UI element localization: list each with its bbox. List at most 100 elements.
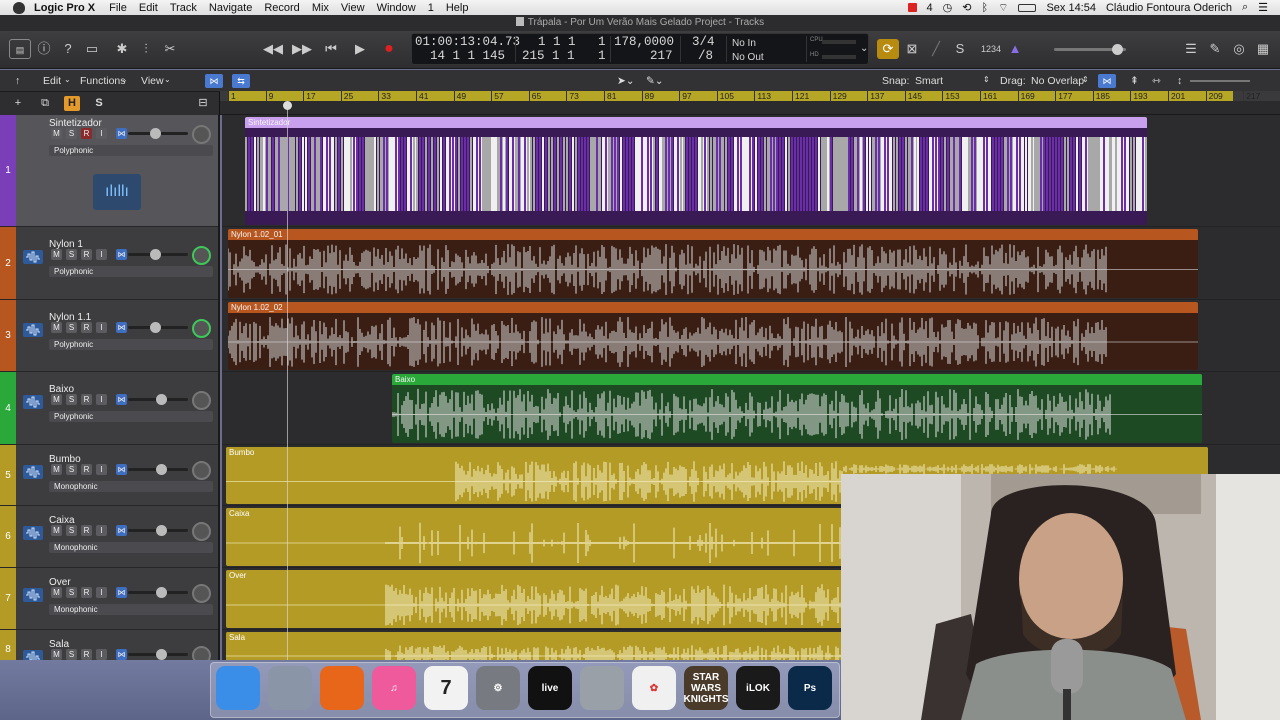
zoom-slider[interactable] bbox=[1190, 80, 1250, 82]
audio-region[interactable]: Nylon 1.02_02 bbox=[228, 302, 1198, 370]
battery-icon[interactable] bbox=[1018, 3, 1037, 12]
cycle-icon[interactable]: ⟳ bbox=[877, 39, 899, 59]
view-chevron-icon[interactable]: ⌄ bbox=[164, 75, 171, 84]
menu-clock[interactable]: Sex 14:54 bbox=[1046, 2, 1096, 14]
catch-icon[interactable]: ⇆ bbox=[232, 74, 250, 88]
library-icon[interactable]: ▤ bbox=[9, 39, 31, 59]
record-button[interactable]: R bbox=[81, 587, 92, 598]
rewind-icon[interactable]: ◀◀ bbox=[262, 39, 284, 59]
input-button[interactable]: I bbox=[96, 464, 107, 475]
drag-select[interactable]: No Overlap bbox=[1031, 75, 1084, 87]
solo-icon[interactable]: S bbox=[949, 39, 971, 59]
list-editors-icon[interactable]: ☰ bbox=[1180, 39, 1202, 59]
menu-app-name[interactable]: Logic Pro X bbox=[34, 2, 95, 14]
input-button[interactable]: I bbox=[96, 525, 107, 536]
menu-edit[interactable]: Edit bbox=[139, 2, 158, 14]
menu-window[interactable]: Window bbox=[377, 2, 416, 14]
track-header[interactable]: 7 Over M S R I ⋈ Monophonic bbox=[0, 568, 218, 630]
volume-fader-handle[interactable] bbox=[156, 649, 167, 660]
collapse-icon[interactable]: ⊟ bbox=[195, 96, 211, 111]
track-header[interactable]: 6 Caixa M S R I ⋈ Monophonic bbox=[0, 506, 218, 568]
dock-item-calendar[interactable]: 7 bbox=[424, 666, 468, 710]
flex-view-icon[interactable]: ⋈ bbox=[205, 74, 223, 88]
tuner-icon[interactable]: ╱ bbox=[925, 39, 947, 59]
vertical-zoom-icon[interactable]: ⋈ bbox=[1098, 74, 1116, 88]
track-header[interactable]: 1 Sintetizador M S R I ⋈ Polyphonic ılıllı bbox=[0, 115, 218, 227]
dock-item-launchpad[interactable] bbox=[268, 666, 312, 710]
smart-controls-icon[interactable]: ✱ bbox=[111, 39, 133, 59]
count-in-label[interactable]: 1234 bbox=[978, 39, 1004, 59]
input-monitor-icon[interactable]: ⋈ bbox=[116, 525, 127, 536]
volume-fader[interactable] bbox=[128, 464, 188, 475]
dock-item-photoshop[interactable]: Ps bbox=[788, 666, 832, 710]
dock-item-photos[interactable]: ✿ bbox=[632, 666, 676, 710]
drag-chevron-icon[interactable]: ⇕ bbox=[1082, 75, 1089, 84]
notifications-icon[interactable]: ☰ bbox=[1258, 1, 1268, 14]
mute-button[interactable]: M bbox=[51, 394, 62, 405]
dock-item-ilok[interactable]: iLOK bbox=[736, 666, 780, 710]
timemachine-icon[interactable]: ⟲ bbox=[962, 1, 971, 14]
track-header[interactable]: 4 Baixo M S R I ⋈ Polyphonic bbox=[0, 372, 218, 445]
input-monitor-icon[interactable]: ⋈ bbox=[116, 322, 127, 333]
track-mode-select[interactable]: Monophonic bbox=[49, 481, 213, 492]
mute-button[interactable]: M bbox=[51, 322, 62, 333]
dock-item-itunes[interactable]: ♫ bbox=[372, 666, 416, 710]
functions-chevron-icon[interactable]: ⌄ bbox=[121, 75, 128, 84]
bar-ruler[interactable]: 1 9 17 25 33 41 49 57 65 73 81 89 97 105 113 121 129 137 1… bbox=[220, 91, 1280, 101]
bluetooth-icon[interactable]: ᛒ bbox=[981, 2, 988, 14]
mute-button[interactable]: M bbox=[51, 649, 62, 660]
hide-tracks-button[interactable]: H bbox=[64, 96, 80, 111]
track-mode-select[interactable]: Polyphonic bbox=[49, 411, 213, 422]
volume-fader[interactable] bbox=[128, 249, 188, 260]
loop-browser-icon[interactable]: ◎ bbox=[1228, 39, 1250, 59]
replace-icon[interactable]: ⊠ bbox=[901, 39, 923, 59]
pan-knob[interactable] bbox=[192, 246, 211, 265]
fast-forward-icon[interactable]: ▶▶ bbox=[291, 39, 313, 59]
wifi-icon[interactable]: ⌔ bbox=[998, 1, 1008, 15]
input-button[interactable]: I bbox=[96, 587, 107, 598]
add-track-icon[interactable]: + bbox=[10, 96, 26, 111]
track-header[interactable]: 8SalaMSRI⋈Monophonic bbox=[0, 630, 218, 660]
edit-chevron-icon[interactable]: ⌄ bbox=[64, 75, 71, 84]
ruler-lower[interactable] bbox=[220, 101, 1280, 115]
apple-icon[interactable] bbox=[13, 1, 25, 14]
solo-button[interactable]: S bbox=[66, 128, 77, 139]
record-button[interactable]: R bbox=[81, 322, 92, 333]
editors-icon[interactable]: ✂ bbox=[159, 39, 181, 59]
lcd-display[interactable]: 01:00:13:04.73 14 1 1 145 1 1 1 1 215 1 … bbox=[411, 33, 869, 65]
solo-button[interactable]: S bbox=[66, 249, 77, 260]
mixer-icon[interactable]: ⫶ bbox=[135, 39, 157, 59]
dock-item-system-preferences[interactable]: ⚙ bbox=[476, 666, 520, 710]
audio-region[interactable]: Baixo bbox=[392, 374, 1202, 443]
browser-icon[interactable]: ▦ bbox=[1252, 39, 1274, 59]
track-mode-select[interactable]: Polyphonic bbox=[49, 266, 213, 277]
play-icon[interactable]: ▶ bbox=[349, 39, 371, 59]
input-monitor-icon[interactable]: ⋈ bbox=[116, 128, 127, 139]
track-copy-icon[interactable]: ⧉ bbox=[37, 96, 53, 111]
volume-fader-handle[interactable] bbox=[156, 394, 167, 405]
master-volume-handle[interactable] bbox=[1112, 44, 1123, 55]
pan-knob[interactable] bbox=[192, 646, 211, 660]
input-button[interactable]: I bbox=[96, 249, 107, 260]
playhead[interactable] bbox=[287, 101, 288, 660]
menu-help[interactable]: Help bbox=[446, 2, 469, 14]
volume-fader-handle[interactable] bbox=[150, 128, 161, 139]
solo-button[interactable]: S bbox=[66, 649, 77, 660]
track-mode-select[interactable]: Polyphonic bbox=[49, 339, 213, 350]
waveform-zoom-icon[interactable]: ⇞ bbox=[1130, 75, 1139, 87]
solo-button[interactable]: S bbox=[66, 464, 77, 475]
menu-mix[interactable]: Mix bbox=[312, 2, 329, 14]
menu-track[interactable]: Track bbox=[170, 2, 197, 14]
go-to-beginning-icon[interactable]: ⏮ bbox=[320, 39, 342, 59]
track-mode-select[interactable]: Monophonic bbox=[49, 604, 213, 615]
volume-fader[interactable] bbox=[128, 587, 188, 598]
solo-button[interactable]: S bbox=[66, 525, 77, 536]
lcd-tempo[interactable]: 178,0000 bbox=[614, 35, 674, 49]
mute-button[interactable]: M bbox=[51, 128, 62, 139]
mute-button[interactable]: M bbox=[51, 587, 62, 598]
dock-item-ableton-live[interactable]: live bbox=[528, 666, 572, 710]
snap-select[interactable]: Smart bbox=[915, 75, 943, 87]
mute-button[interactable]: M bbox=[51, 249, 62, 260]
view-menu[interactable]: View bbox=[141, 75, 164, 87]
input-monitor-icon[interactable]: ⋈ bbox=[116, 649, 127, 660]
